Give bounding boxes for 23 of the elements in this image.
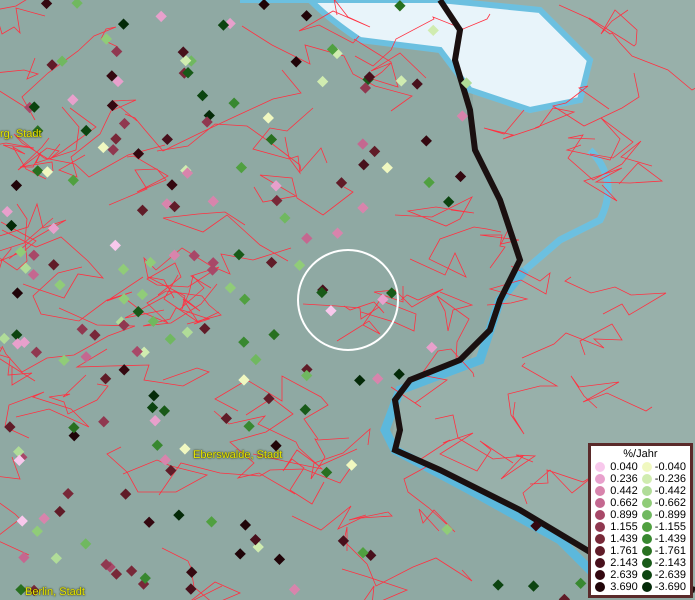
legend-value: 0.236 xyxy=(609,473,638,485)
legend-value: -0.236 xyxy=(654,473,686,485)
legend-value: 1.439 xyxy=(609,533,638,545)
legend-value: -0.442 xyxy=(654,485,686,497)
legend-value: 0.662 xyxy=(609,497,638,509)
legend-value: -3.690 xyxy=(654,581,686,593)
legend-value: 1.761 xyxy=(609,545,638,557)
legend-value: -0.899 xyxy=(654,509,686,521)
legend-value: -0.662 xyxy=(654,497,686,509)
legend-value: 0.899 xyxy=(609,509,638,521)
legend-value: -1.439 xyxy=(654,533,686,545)
legend-value: -1.761 xyxy=(654,545,686,557)
legend-value: -2.639 xyxy=(654,569,686,581)
legend-value: -0.040 xyxy=(654,461,686,473)
legend-title: %/Jahr xyxy=(622,448,659,461)
legend-value: 1.155 xyxy=(609,521,638,533)
legend-value: -1.155 xyxy=(654,521,686,533)
legend-value: 2.639 xyxy=(609,569,638,581)
legend-value: 0.442 xyxy=(609,485,638,497)
legend-value: 2.143 xyxy=(609,557,638,569)
legend-value: -2.143 xyxy=(654,557,686,569)
legend-value: 3.690 xyxy=(609,581,638,593)
legend-value: 0.040 xyxy=(609,461,638,473)
